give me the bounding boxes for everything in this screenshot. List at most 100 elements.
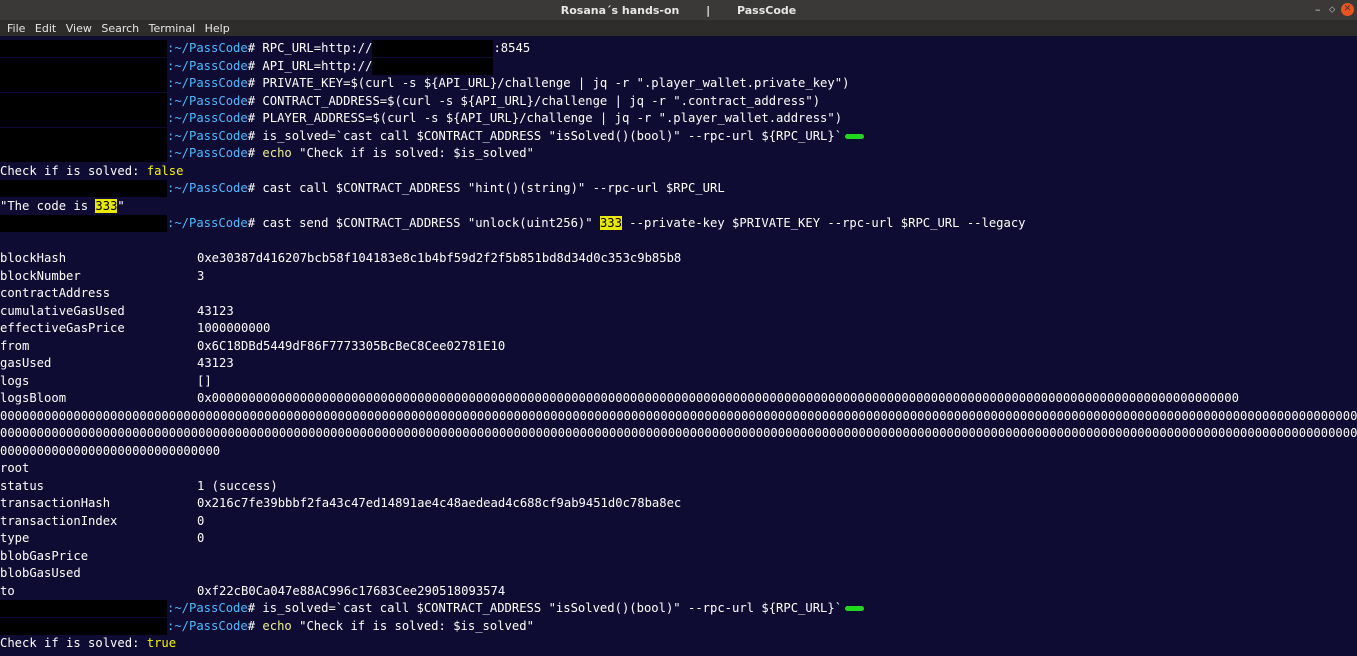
receipt-row: transactionHash 0x216c7fe39bbbf2fa43c47ed… [0,495,1357,513]
receipt-value: 1000000000 [197,321,271,335]
terminal-output[interactable]: :~/PassCode# RPC_URL=http://:8545 :~/Pas… [0,40,1357,653]
command-text: --private-key $PRIVATE_KEY --rpc-url $RP… [621,216,1026,230]
command-line: :~/PassCode# RPC_URL=http://:8545 [0,40,1357,58]
receipt-key: contractAddress [0,286,111,300]
output-text: Check if is solved: [0,636,147,650]
command-text: CONTRACT_ADDRESS=$(curl -s ${API_URL}/ch… [262,93,821,108]
prompt-path: :~/PassCode [167,93,248,108]
prompt-path: :~/PassCode [167,41,248,55]
receipt-value: 000000000000000000000000000000 [0,443,221,458]
command-text: cast call $CONTRACT_ADDRESS "hint()(stri… [262,181,725,195]
prompt-path: :~/PassCode [167,618,248,633]
receipt-value: 43123 [197,356,234,370]
prompt-path: :~/PassCode [167,146,248,160]
menu-view[interactable]: View [66,22,92,35]
redacted-host [0,57,167,75]
receipt-row: blockNumber 3 [0,268,1357,286]
solved-value: false [146,163,184,178]
receipt-key: blockNumber [0,268,81,283]
command-line: :~/PassCode# cast send $CONTRACT_ADDRESS… [0,215,1357,233]
command-text: cast send $CONTRACT_ADDRESS "unlock(uint… [262,216,600,230]
redacted-host [0,40,167,57]
receipt-row: to 0xf22cB0Ca047e88AC996c17683Cee29051809… [0,583,1357,601]
menu-help[interactable]: Help [205,22,230,35]
highlighted-code: 333 [95,198,118,213]
cursor-marker-icon [845,133,865,139]
redacted-host [0,75,167,92]
window-title: Rosana´s hands-on | PassCode [560,4,797,17]
window-titlebar: Rosana´s hands-on | PassCode – ⬦ ✕ [0,0,1357,20]
menu-bar: File Edit View Search Terminal Help [0,20,1357,36]
menu-file[interactable]: File [7,22,25,35]
output-line: Check if is solved: false [0,163,1357,181]
prompt-suffix: # [247,146,263,160]
receipt-value: 0000000000000000000000000000000000000000… [0,426,1357,440]
solved-value: true [146,636,177,650]
command-text: RPC_URL=http:// [262,41,373,55]
receipt-key: logsBloom [0,391,67,405]
receipt-value: 0 [197,531,205,545]
receipt-key: cumulativeGasUsed [0,303,125,318]
command-text: PLAYER_ADDRESS=$(curl -s ${API_URL}/chal… [262,111,843,125]
minimize-icon[interactable]: – [1315,3,1321,16]
redacted-host [0,92,167,110]
receipt-row: logsBloom 0x00000000000000000000000000000… [0,390,1357,408]
redacted-host [0,145,167,162]
command-line: :~/PassCode# PRIVATE_KEY=$(curl -s ${API… [0,75,1357,93]
receipt-key: root [0,461,30,475]
command-text: is_solved=`cast call $CONTRACT_ADDRESS "… [262,128,843,143]
receipt-key: type [0,531,30,545]
redacted-ip [372,57,494,75]
command-text: "Check if is solved: $is_solved" [291,618,534,633]
command-line: :~/PassCode# echo "Check if is solved: $… [0,617,1357,636]
prompt-suffix: # [247,111,263,125]
receipt-key: transactionHash [0,496,111,510]
receipt-row-wrap: 0000000000000000000000000000000000000000… [0,408,1357,426]
prompt-path: :~/PassCode [167,76,248,90]
command-line: :~/PassCode# CONTRACT_ADDRESS=$(curl -s … [0,92,1357,111]
output-text: " [117,198,125,213]
receipt-value: [] [197,373,212,388]
receipt-value: 0xf22cB0Ca047e88AC996c17683Cee2905180935… [197,583,506,598]
output-text: Check if is solved: [0,163,147,178]
menu-edit[interactable]: Edit [35,22,56,35]
output-text: "The code is [0,198,96,213]
receipt-key: transactionIndex [0,513,118,528]
receipt-value: 0 [197,513,205,528]
receipt-value: 0000000000000000000000000000000000000000… [0,408,1357,423]
menu-search[interactable]: Search [101,22,139,35]
redacted-host [0,617,167,635]
prompt-path: :~/PassCode [167,58,248,73]
menu-terminal[interactable]: Terminal [149,22,196,35]
prompt-path: :~/PassCode [167,111,248,125]
receipt-row: blobGasUsed [0,565,1357,583]
receipt-value: 0x00000000000000000000000000000000000000… [197,391,1239,405]
command-keyword: echo [262,146,292,160]
command-line: :~/PassCode# cast call $CONTRACT_ADDRESS… [0,180,1357,198]
receipt-row: blockHash 0xe30387d416207bcb58f104183e8c1… [0,250,1357,268]
receipt-row: blobGasPrice [0,548,1357,566]
prompt-suffix: # [247,601,263,615]
prompt-suffix: # [247,58,263,73]
receipt-key: effectiveGasPrice [0,321,125,335]
redacted-host [0,127,167,145]
prompt-path: :~/PassCode [167,181,248,195]
receipt-key: gasUsed [0,356,52,370]
prompt-suffix: # [247,41,263,55]
receipt-row: effectiveGasPrice 1000000000 [0,320,1357,338]
receipt-value: 43123 [197,303,234,318]
receipt-key: to [0,583,15,598]
redacted-host [0,110,167,127]
redacted-ip [372,40,494,57]
receipt-row: type 0 [0,530,1357,548]
redacted-host [0,180,167,197]
prompt-suffix: # [247,76,263,90]
prompt-suffix: # [247,618,263,633]
prompt-path: :~/PassCode [167,216,248,230]
maximize-icon[interactable]: ⬦ [1329,5,1335,15]
highlighted-code: 333 [599,216,622,230]
close-icon[interactable]: ✕ [1341,3,1354,16]
prompt-suffix: # [247,216,263,230]
prompt-path: :~/PassCode [167,128,248,143]
